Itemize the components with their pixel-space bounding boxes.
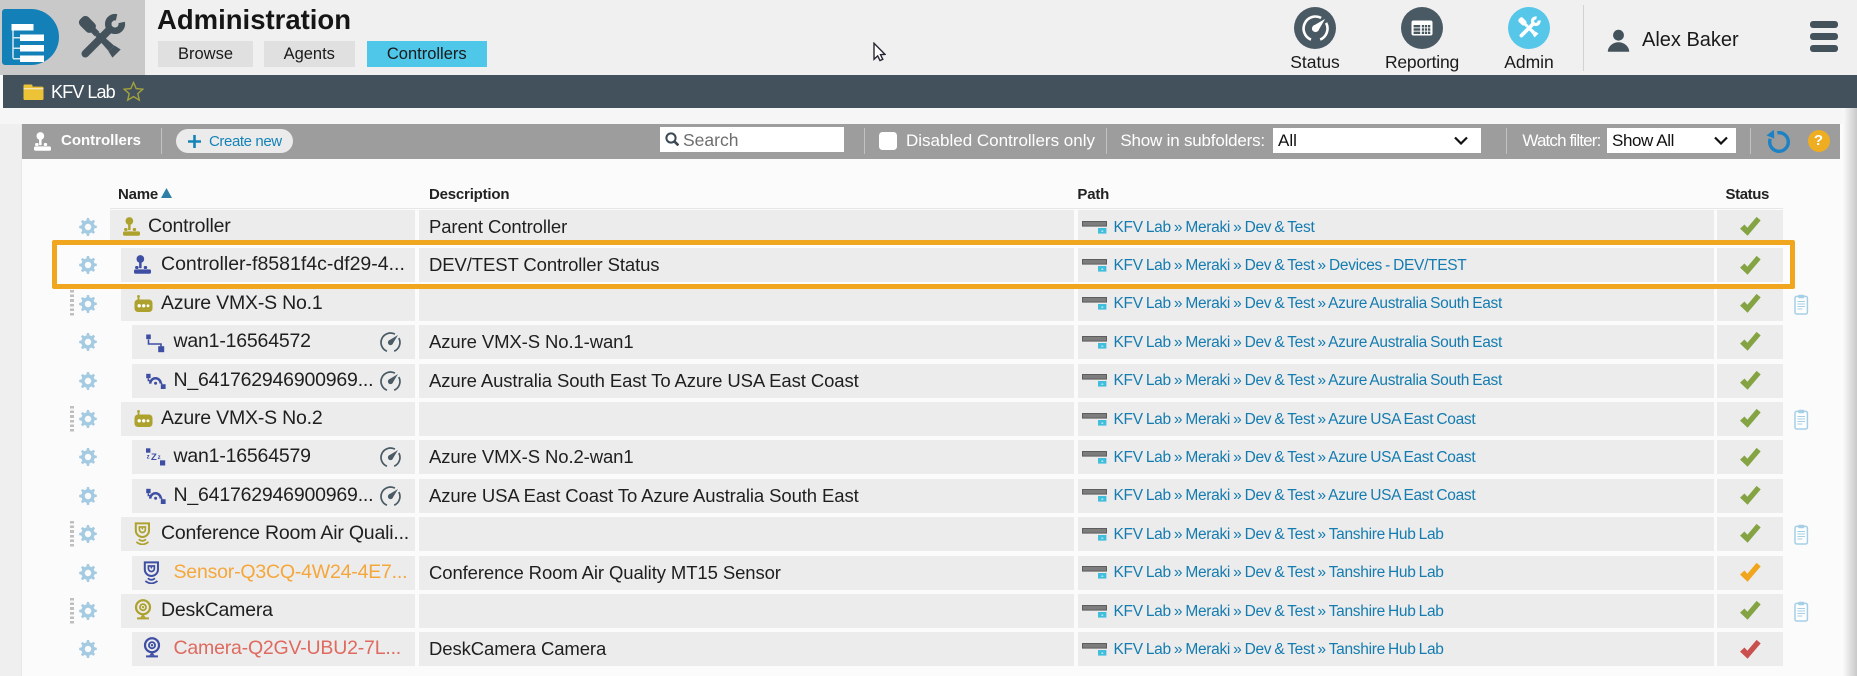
svg-text:z: z bbox=[146, 455, 149, 461]
svg-text:z: z bbox=[157, 455, 160, 461]
svg-text:Z: Z bbox=[151, 452, 157, 463]
